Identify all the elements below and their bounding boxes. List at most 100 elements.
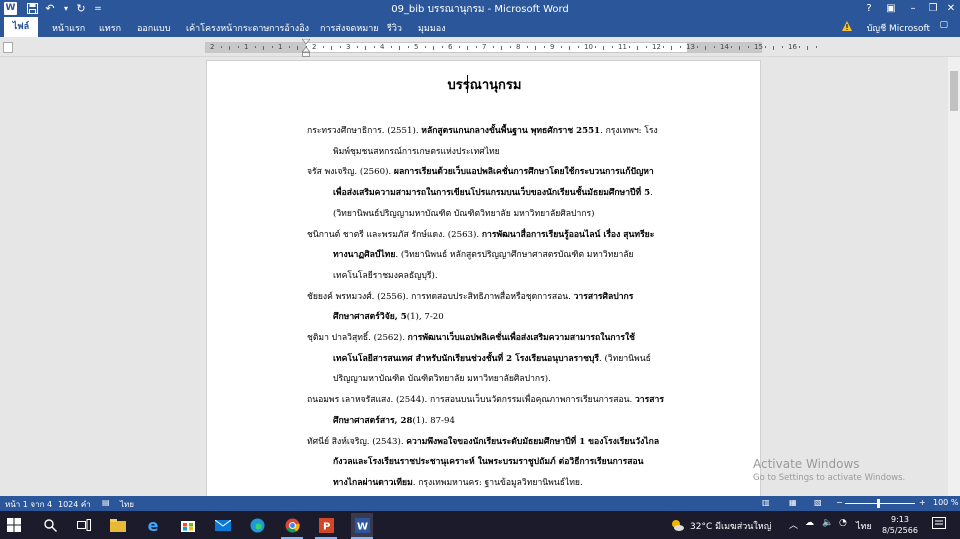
- ruler-tick: [220, 46, 222, 48]
- tab-design[interactable]: ออกแบบ: [137, 21, 171, 35]
- entry-text: ชัยยงค์ พรหมวงศ์. (2556). การทดสอบประสิท…: [307, 291, 574, 302]
- word-count[interactable]: 1024 คำ: [58, 498, 91, 511]
- chrome-icon[interactable]: [282, 515, 302, 535]
- ruler-tick: [322, 46, 324, 48]
- task-view-icon[interactable]: [74, 515, 94, 535]
- entry-title-text: ความพึงพอใจของนักเรียนระดับมัธยมศึกษาปีท…: [406, 436, 660, 447]
- print-layout-icon[interactable]: ▦: [789, 498, 797, 507]
- ruler-tick: [526, 46, 528, 48]
- read-mode-icon[interactable]: ▥: [762, 498, 770, 507]
- notification-icon[interactable]: [932, 517, 946, 531]
- web-layout-icon[interactable]: ▧: [814, 498, 822, 507]
- document-page[interactable]: บรรณานุกรม กระทรวงศึกษาธิการ. (2551). หล…: [206, 60, 761, 496]
- ruler-number: 5: [414, 43, 419, 51]
- tab-mailings[interactable]: การส่งจดหมาย: [320, 21, 379, 35]
- account-name[interactable]: บัญชี Microsoft: [867, 21, 930, 35]
- ruler-tick: [713, 46, 715, 48]
- tab-review[interactable]: รีวิว: [387, 21, 402, 35]
- zoom-slider[interactable]: [845, 503, 915, 504]
- ruler-number: 2: [210, 43, 215, 51]
- tab-selector-icon[interactable]: [3, 42, 13, 53]
- windows-start-icon[interactable]: [4, 515, 24, 535]
- network-icon[interactable]: ◔: [839, 518, 847, 528]
- ruler-tick: [747, 46, 749, 48]
- document-area[interactable]: บรรณานุกรม กระทรวงศึกษาธิการ. (2551). หล…: [0, 57, 960, 496]
- store-icon[interactable]: [178, 515, 198, 535]
- internet-explorer-icon[interactable]: e: [143, 515, 163, 535]
- ruler-tick: [637, 46, 638, 50]
- ribbon-display-options-icon[interactable]: ▣: [880, 0, 902, 17]
- tab-references[interactable]: การอ้างอิง: [269, 21, 309, 35]
- bibliography-entry: ชัยยงค์ พรหมวงศ์. (2556). การทดสอบประสิท…: [307, 289, 633, 303]
- ruler-tick: [254, 46, 256, 48]
- volume-icon[interactable]: 🔈: [822, 518, 833, 528]
- bibliography-continuation-line: เทคโนโลยีสารสนเทศ สำหรับนักเรียนช่วงชั้น…: [333, 351, 651, 365]
- horizontal-ruler[interactable]: 2 1 1 2 3 4 5 6 7 8 9 10 11 12 13 14 15 16: [0, 37, 960, 57]
- search-icon[interactable]: [40, 515, 60, 535]
- svg-text:P: P: [323, 521, 330, 532]
- powerpoint-icon[interactable]: P: [316, 515, 336, 535]
- word-taskbar-icon[interactable]: W: [351, 513, 373, 537]
- entry-text: ปริญญามหาบัณฑิต บัณฑิตวิทยาลัย มหาวิทยาล…: [333, 374, 551, 385]
- ruler-tick: [569, 46, 570, 50]
- ruler-tick: [271, 46, 273, 48]
- tab-file[interactable]: ไฟล์: [4, 17, 38, 37]
- clock[interactable]: 9:13 8/5/2566: [882, 514, 918, 536]
- ruler-tick: [628, 46, 630, 48]
- scrollbar-thumb[interactable]: [950, 71, 958, 111]
- tab-home[interactable]: หน้าแรก: [52, 21, 85, 35]
- title-bar: W ↶ ▾ ↻ = 09_bib บรรณานุกรม - Microsoft …: [0, 0, 960, 17]
- weather-text[interactable]: 32°C มีเมฆส่วนใหญ่: [690, 519, 771, 533]
- proofing-icon[interactable]: ▤: [102, 498, 110, 507]
- entry-text: ทัศนีย์ สิงห์เจริญ. (2543).: [307, 436, 407, 447]
- ruler-tick: [263, 46, 264, 50]
- minimize-button[interactable]: –: [902, 0, 924, 17]
- ruler-tick: [679, 46, 681, 48]
- page-count[interactable]: หน้า 1 จาก 4: [5, 498, 52, 511]
- ruler-tick: [603, 46, 604, 50]
- ruler-tick: [773, 46, 774, 50]
- help-button[interactable]: ?: [858, 0, 880, 17]
- ruler-number: 7: [482, 43, 487, 51]
- ruler-number: 16: [788, 43, 797, 51]
- ruler-tick: [764, 46, 766, 48]
- entry-title-text: วารสารศิลปากร: [573, 291, 634, 302]
- ruler-number: 10: [584, 43, 593, 51]
- bibliography-entry: ชนิกานต์ ชาตรี และพรมภัส รักษ์แดง. (2563…: [307, 227, 654, 241]
- ribbon-collapse-icon[interactable]: ▢: [939, 20, 948, 30]
- ruler-tick: [467, 46, 468, 50]
- entry-text: (1). 87-94: [412, 415, 455, 426]
- clock-date: 8/5/2566: [882, 526, 918, 535]
- mail-icon[interactable]: [213, 515, 233, 535]
- show-hidden-icons-icon[interactable]: ︿: [789, 518, 798, 531]
- ruler-number: 4: [380, 43, 385, 51]
- ruler-tick: [237, 46, 239, 48]
- ruler-tick: [662, 46, 664, 48]
- vertical-scrollbar[interactable]: [948, 57, 960, 496]
- bibliography-continuation-line: ปริญญามหาบัณฑิต บัณฑิตวิทยาลัย มหาวิทยาล…: [333, 371, 551, 385]
- bibliography-continuation-line: ทางนาฏศิลป์ไทย. (วิทยานิพนธ์ หลักสูตรปริ…: [333, 247, 634, 261]
- indent-marker-icon[interactable]: [302, 39, 310, 57]
- bibliography-continuation-line: เพื่อส่งเสริมความสามารถในการเขียนโปรแกรม…: [333, 185, 653, 199]
- ruler-number: 11: [618, 43, 627, 51]
- onedrive-icon[interactable]: ☁: [805, 518, 814, 528]
- entry-text: (1), 7-20: [406, 312, 444, 323]
- zoom-level[interactable]: 100 %: [933, 498, 958, 507]
- ruler-tick: [356, 46, 358, 48]
- file-explorer-icon[interactable]: [108, 515, 128, 535]
- tab-layout[interactable]: เค้าโครงหน้ากระดาษ: [186, 21, 269, 35]
- close-button[interactable]: ✕: [940, 0, 960, 17]
- zoom-out-button[interactable]: −: [836, 498, 843, 507]
- zoom-slider-thumb[interactable]: [877, 499, 880, 508]
- ruler-tick: [594, 46, 596, 48]
- weather-icon[interactable]: [670, 518, 684, 532]
- tab-insert[interactable]: แทรก: [99, 21, 121, 35]
- ruler-tick: [331, 46, 332, 50]
- input-language[interactable]: ไทย: [856, 519, 872, 533]
- language-indicator[interactable]: ไทย: [120, 498, 134, 511]
- edge-icon[interactable]: [247, 515, 267, 535]
- zoom-in-button[interactable]: +: [919, 498, 926, 507]
- ruler-tick: [798, 46, 800, 48]
- tab-view[interactable]: มุมมอง: [418, 21, 446, 35]
- bibliography-continuation-line: กังวลและโรงเรียนราชประชานุเคราะห์ ในพระบ…: [333, 454, 644, 468]
